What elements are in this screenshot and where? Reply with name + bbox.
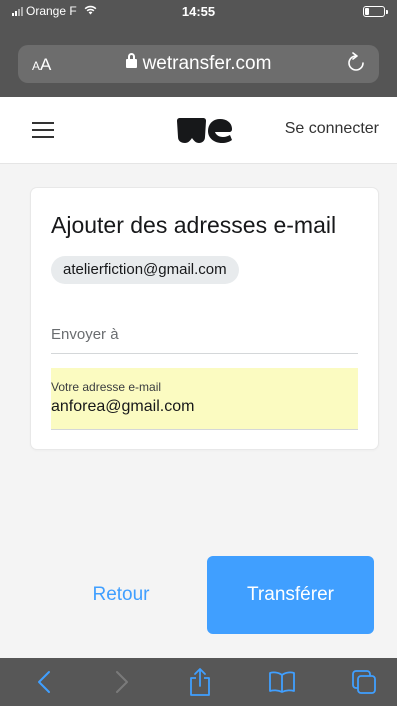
- reload-icon[interactable]: [347, 52, 365, 78]
- url-text: wetransfer.com: [142, 53, 272, 74]
- status-bar: Orange F 14:55: [0, 0, 397, 22]
- book-icon[interactable]: [252, 658, 312, 706]
- hamburger-icon[interactable]: [32, 122, 54, 138]
- send-to-field[interactable]: [51, 304, 358, 354]
- status-time: 14:55: [181, 4, 216, 19]
- browser-toolbar: [0, 658, 397, 706]
- transfer-button[interactable]: Transférer: [207, 556, 374, 634]
- share-icon[interactable]: [170, 658, 230, 706]
- lock-icon: [125, 53, 137, 68]
- tabs-icon[interactable]: [334, 658, 394, 706]
- browser-top-bar: Orange F 14:55 AA wetransfer.com: [0, 0, 397, 97]
- sender-email-field[interactable]: Votre adresse e-mail anforea@gmail.com: [51, 368, 358, 430]
- wetransfer-logo[interactable]: [175, 117, 233, 144]
- login-link[interactable]: Se connecter: [285, 120, 379, 138]
- back-button[interactable]: Retour: [56, 556, 186, 634]
- form-title: Ajouter des adresses e-mail: [51, 212, 337, 238]
- chevron-left-icon[interactable]: [14, 658, 74, 706]
- battery-level: [365, 8, 369, 15]
- site-header: Se connecter: [0, 97, 397, 164]
- recipient-chip[interactable]: atelierfiction@gmail.com: [51, 256, 239, 284]
- battery-icon: [363, 6, 388, 17]
- send-to-input[interactable]: [51, 304, 358, 353]
- chevron-right-icon[interactable]: [92, 658, 152, 706]
- address-bar[interactable]: AA wetransfer.com: [18, 45, 379, 83]
- sender-email-label: Votre adresse e-mail: [51, 380, 162, 394]
- sender-email-input[interactable]: anforea@gmail.com: [51, 398, 194, 416]
- email-form-card: Ajouter des adresses e-mail atelierficti…: [31, 188, 378, 449]
- url-display[interactable]: wetransfer.com: [18, 53, 379, 75]
